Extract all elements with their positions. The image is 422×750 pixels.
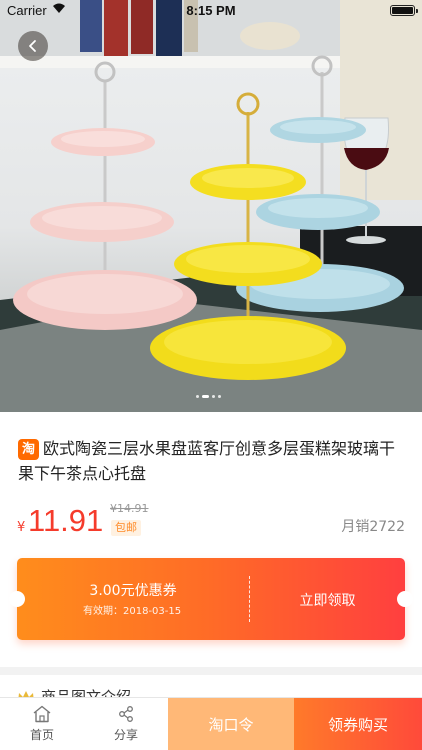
carousel-pager: [196, 395, 221, 398]
tab-share-label: 分享: [113, 728, 138, 742]
status-bar: Carrier 8:15 PM: [0, 0, 422, 22]
product-title: 欧式陶瓷三层水果盘蓝客厅创意多层蛋糕架玻璃干果下午茶点心托盘: [18, 439, 396, 483]
free-shipping-badge: 包邮: [111, 520, 141, 536]
coupon-card[interactable]: 3.00元优惠券 有效期：2018-03-15 立即领取: [9, 558, 413, 640]
current-price: 11.91: [28, 503, 104, 538]
coupon-validity: 有效期：2018-03-15: [83, 606, 182, 617]
taokouling-button[interactable]: 淘口令: [168, 698, 294, 750]
pager-dot: [218, 395, 221, 398]
product-title-block: 淘欧式陶瓷三层水果盘蓝客厅创意多层蛋糕架玻璃干果下午茶点心托盘: [18, 436, 410, 486]
tab-home[interactable]: 首页: [0, 698, 84, 750]
claim-and-buy-button[interactable]: 领券购买: [294, 698, 422, 750]
tab-share[interactable]: 分享: [84, 698, 168, 750]
back-button[interactable]: [18, 31, 48, 61]
pager-dot: [196, 395, 199, 398]
product-photo: [0, 0, 422, 412]
clock: 8:15 PM: [186, 3, 236, 18]
share-icon: [119, 706, 133, 722]
bottom-action-bar: 首页 分享 淘口令 领券购买: [0, 697, 422, 750]
home-icon: [33, 705, 51, 723]
tab-home-label: 首页: [29, 728, 54, 742]
currency-symbol: ¥: [17, 520, 26, 535]
claim-coupon-button[interactable]: 立即领取: [250, 590, 405, 610]
original-price: ¥14.91: [110, 502, 149, 515]
monthly-sales: 月销2722: [341, 519, 405, 535]
product-image-carousel[interactable]: [0, 0, 422, 412]
section-divider: [0, 667, 422, 675]
battery-icon: [390, 5, 418, 16]
price-row: ¥ 11.91 ¥14.91 包邮 月销2722: [0, 500, 422, 544]
taobao-badge: 淘: [18, 439, 39, 460]
pager-dot-active: [202, 395, 209, 398]
pager-dot: [212, 395, 215, 398]
chevron-left-icon: [29, 40, 36, 52]
coupon-amount: 3.00元优惠券: [89, 583, 177, 599]
